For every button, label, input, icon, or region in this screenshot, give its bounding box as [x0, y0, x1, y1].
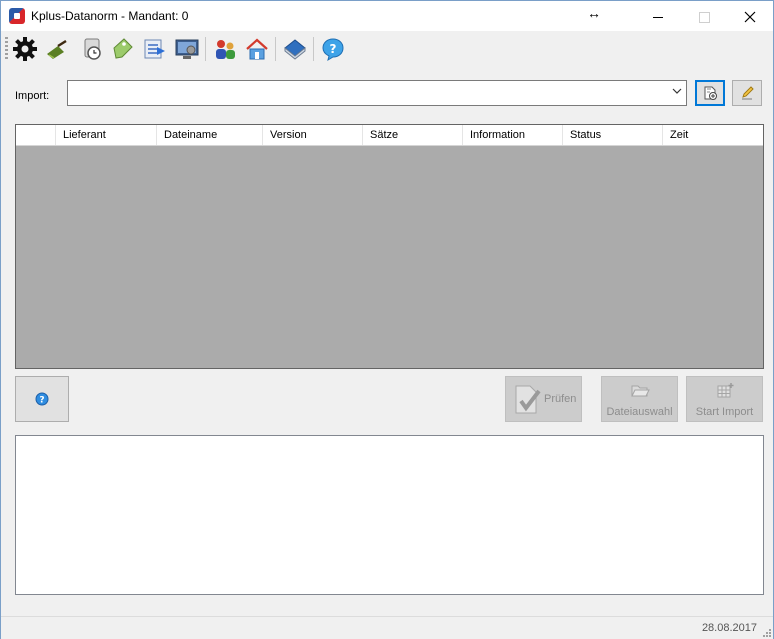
app-logo-icon — [9, 8, 25, 24]
dateiauswahl-label: Dateiauswahl — [606, 406, 673, 418]
svg-text:?: ? — [39, 396, 44, 406]
edit-import-button[interactable] — [732, 80, 762, 106]
pruefen-label: Prüfen — [544, 393, 577, 405]
help-toolbar-button[interactable]: ? — [319, 35, 347, 63]
pruefen-button[interactable]: Prüfen — [505, 376, 582, 422]
add-import-button[interactable] — [695, 80, 725, 106]
column-header-version[interactable]: Version — [263, 125, 363, 145]
maximize-button[interactable] — [681, 1, 727, 31]
help-button[interactable]: ? — [15, 376, 69, 422]
book-icon — [284, 39, 306, 60]
add-file-icon — [704, 86, 717, 100]
company-button[interactable] — [243, 35, 271, 63]
maximize-icon — [698, 11, 710, 23]
start-import-label: Start Import — [695, 406, 754, 418]
resize-grip-icon[interactable] — [761, 627, 771, 637]
folder-open-icon — [631, 385, 650, 397]
help-icon: ? — [322, 38, 344, 62]
close-button[interactable] — [727, 1, 773, 31]
column-header-information[interactable]: Information — [463, 125, 563, 145]
house-icon — [246, 38, 268, 60]
import-label: Import: — [15, 90, 50, 102]
monitor-icon — [175, 39, 199, 59]
clock-icon — [84, 38, 101, 60]
column-header-zeit[interactable]: Zeit — [663, 125, 763, 145]
help-icon: ? — [35, 392, 49, 406]
export-button[interactable] — [141, 35, 169, 63]
main-window: Kplus-Datanorm - Mandant: 0 ↔ ? Import: … — [0, 0, 774, 639]
toolbar: ? — [1, 31, 773, 67]
log-textarea[interactable] — [15, 435, 764, 595]
people-icon — [216, 40, 235, 59]
status-date: 28.08.2017 — [701, 622, 757, 634]
check-document-icon — [515, 385, 541, 414]
schedule-button[interactable] — [79, 35, 107, 63]
minimize-button[interactable] — [635, 1, 681, 31]
table-import-icon — [717, 383, 734, 398]
price-tag-icon — [113, 38, 133, 59]
manual-button[interactable] — [281, 35, 309, 63]
svg-text:?: ? — [330, 42, 337, 56]
minimize-icon — [653, 16, 663, 18]
toolbar-separator — [313, 37, 314, 61]
resize-arrows-icon: ↔ — [587, 5, 601, 21]
title-bar: Kplus-Datanorm - Mandant: 0 ↔ — [1, 1, 773, 31]
tools-button[interactable] — [43, 35, 71, 63]
column-header-dateiname[interactable]: Dateiname — [157, 125, 263, 145]
grid-header: Lieferant Dateiname Version Sätze Inform… — [16, 125, 763, 146]
suppliers-button[interactable] — [211, 35, 239, 63]
monitor-button[interactable] — [173, 35, 201, 63]
gear-icon — [13, 37, 37, 61]
export-list-icon — [144, 39, 165, 59]
start-import-button[interactable]: Start Import — [686, 376, 763, 422]
toolbar-grip[interactable] — [5, 37, 8, 61]
shovel-icon — [47, 39, 67, 59]
pencil-icon — [742, 86, 754, 100]
toolbar-separator — [205, 37, 206, 61]
status-bar: 28.08.2017 — [1, 616, 773, 639]
import-grid[interactable]: Lieferant Dateiname Version Sätze Inform… — [15, 124, 764, 369]
column-header-select[interactable] — [16, 125, 56, 145]
dateiauswahl-button[interactable]: Dateiauswahl — [601, 376, 678, 422]
settings-button[interactable] — [11, 35, 39, 63]
chevron-down-icon — [672, 88, 682, 94]
column-header-status[interactable]: Status — [563, 125, 663, 145]
window-title: Kplus-Datanorm - Mandant: 0 — [31, 9, 189, 23]
close-icon — [744, 11, 756, 23]
toolbar-separator — [275, 37, 276, 61]
column-header-saetze[interactable]: Sätze — [363, 125, 463, 145]
column-header-lieferant[interactable]: Lieferant — [56, 125, 157, 145]
import-select[interactable] — [67, 80, 687, 106]
prices-button[interactable] — [109, 35, 137, 63]
